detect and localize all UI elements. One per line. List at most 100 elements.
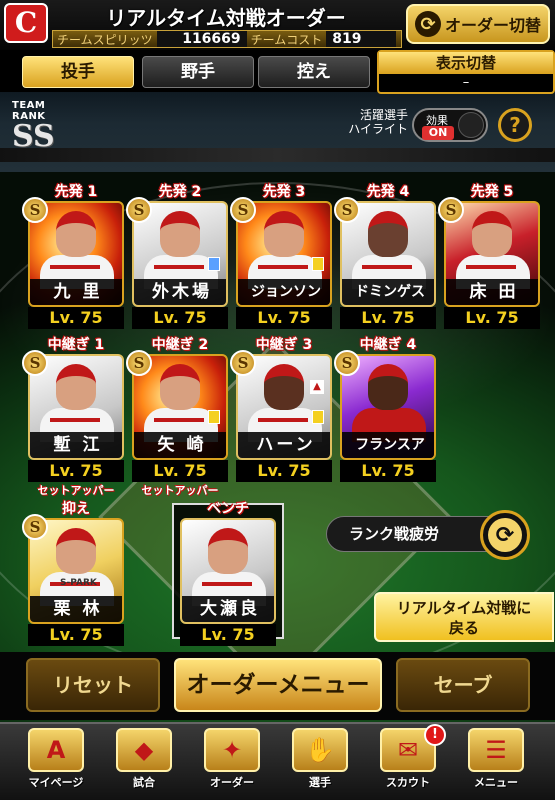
- player-name: 栗 林: [30, 596, 122, 622]
- page-title: リアルタイム対戦オーダー: [106, 6, 346, 30]
- tab-reserve[interactable]: 控え: [258, 56, 370, 88]
- player-level: Lv. 75: [28, 460, 124, 482]
- back-to-realtime-button[interactable]: リアルタイム対戦に 戻る: [374, 592, 554, 642]
- player-name: 外木場: [134, 279, 226, 305]
- tab-pitcher[interactable]: 投手: [22, 56, 134, 88]
- slot-label: 中継ぎ 4: [359, 337, 417, 353]
- nav-mypage[interactable]: A マイページ: [12, 728, 100, 798]
- highlight-label: 活躍選手 ハイライト: [348, 108, 408, 136]
- player-level: Lv. 75: [28, 624, 124, 646]
- condition-icon: [312, 410, 324, 424]
- order-switch-button[interactable]: ⟳ オーダー切替: [406, 4, 550, 44]
- team-spirit-label: チームスピリッツ: [57, 32, 153, 47]
- player-icon: ✋: [292, 728, 348, 772]
- slot-label: 先発 4: [366, 184, 410, 200]
- player-name: 床 田: [446, 279, 538, 305]
- slot-label: 中継ぎ 1: [47, 337, 105, 353]
- reliever-slot-2[interactable]: 中継ぎ 2 S 矢 崎 Lv. 75 セットアッパー: [126, 337, 228, 498]
- starter-slot-3[interactable]: 先発 3 S ジョンソン Lv. 75: [230, 184, 332, 329]
- player-role: セットアッパー: [37, 484, 115, 497]
- player-level: Lv. 75: [444, 307, 540, 329]
- player-name: ジョンソン: [238, 279, 330, 305]
- highlight-toggle[interactable]: 効果 ON: [412, 108, 488, 142]
- menu-icon: ☰: [468, 728, 524, 772]
- player-level: Lv. 75: [236, 307, 332, 329]
- rarity-badge: S: [230, 350, 256, 376]
- condition-icon: [312, 257, 324, 271]
- reliever-slot-4[interactable]: 中継ぎ 4 S フランスア Lv. 75: [334, 337, 436, 482]
- sponsor-logo: S-PARK: [60, 578, 97, 588]
- header: C リアルタイム対戦オーダー チームスピリッツ 116669 チームコスト 81…: [0, 0, 555, 50]
- player-portrait: [56, 528, 96, 574]
- toggle-state: ON: [422, 126, 454, 140]
- nav-scout[interactable]: ✉ ! スカウト: [364, 724, 452, 798]
- condition-icon: [208, 410, 220, 424]
- order-switch-label: オーダー切替: [444, 16, 541, 35]
- player-portrait: [160, 211, 200, 257]
- player-name: フランスア: [342, 432, 434, 458]
- slot-label: ベンチ: [207, 501, 249, 517]
- mypage-icon: A: [28, 728, 84, 772]
- player-portrait: [264, 211, 304, 257]
- team-rank-value: SS: [12, 119, 55, 154]
- player-portrait: [56, 211, 96, 257]
- rarity-badge: S: [126, 197, 152, 223]
- player-name: 矢 崎: [134, 432, 226, 458]
- nav-match[interactable]: ◆ 試合: [100, 728, 188, 798]
- starter-slot-1[interactable]: 先発 1 S 九 里 Lv. 75: [22, 184, 124, 329]
- display-toggle-label: 表示切替: [379, 52, 553, 74]
- arrow-up-icon: ▲: [310, 380, 324, 394]
- rank-fatigue-button[interactable]: ⟳: [480, 510, 530, 560]
- starter-slot-5[interactable]: 先発 5 S 床 田 Lv. 75: [438, 184, 540, 329]
- team-cost-label: チームコスト: [250, 32, 323, 47]
- reliever-slot-1[interactable]: 中継ぎ 1 S 塹 江 Lv. 75 セットアッパー: [22, 337, 124, 498]
- reliever-slot-3[interactable]: 中継ぎ 3 S ▲ ハーン Lv. 75: [230, 337, 332, 482]
- rarity-badge: S: [22, 350, 48, 376]
- cycle-icon: ⟳: [414, 11, 441, 37]
- rarity-badge: S: [126, 350, 152, 376]
- starter-slot-4[interactable]: 先発 4 S ドミンゲス Lv. 75: [334, 184, 436, 329]
- nav-menu[interactable]: ☰ メニュー: [452, 728, 540, 798]
- player-card[interactable]: 大瀬良: [180, 518, 276, 624]
- order-menu-button[interactable]: オーダーメニュー: [174, 658, 382, 712]
- nav-order[interactable]: ✦ オーダー: [188, 728, 276, 798]
- player-portrait: [208, 528, 248, 574]
- player-portrait: [472, 211, 512, 257]
- team-logo: C: [4, 3, 48, 43]
- bench-slot[interactable]: ベンチ 大瀬良 Lv. 75: [180, 501, 276, 646]
- help-button[interactable]: ?: [498, 108, 532, 142]
- slot-label: 先発 3: [262, 184, 306, 200]
- rarity-badge: S: [438, 197, 464, 223]
- starter-slot-2[interactable]: 先発 2 S 外木場 Lv. 75: [126, 184, 228, 329]
- reset-button[interactable]: リセット: [26, 658, 160, 712]
- condition-icon: [208, 257, 220, 271]
- rarity-badge: S: [230, 197, 256, 223]
- team-rank: TEAM RANK SS: [12, 100, 82, 152]
- nav-players[interactable]: ✋ 選手: [276, 728, 364, 798]
- baseball-diamond-icon: ◆: [116, 728, 172, 772]
- player-portrait: [56, 364, 96, 410]
- player-level: Lv. 75: [340, 460, 436, 482]
- display-toggle-value: –: [462, 75, 470, 90]
- rarity-badge: S: [22, 514, 48, 540]
- tab-fielder[interactable]: 野手: [142, 56, 254, 88]
- slot-label: 抑え: [62, 501, 90, 517]
- action-bar: リセット オーダーメニュー セーブ: [0, 652, 555, 720]
- player-level: Lv. 75: [236, 460, 332, 482]
- player-role: セットアッパー: [141, 484, 219, 497]
- player-name: 塹 江: [30, 432, 122, 458]
- player-portrait: [264, 364, 304, 410]
- nav-label: メニュー: [474, 776, 518, 789]
- player-level: Lv. 75: [340, 307, 436, 329]
- footer-nav: A マイページ ◆ 試合 ✦ オーダー ✋ 選手 ✉ ! スカウト ☰ メニュー: [0, 722, 555, 800]
- closer-slot[interactable]: 抑え S S-PARK 栗 林 Lv. 75: [22, 501, 124, 646]
- player-name: 大瀬良: [182, 596, 274, 622]
- nav-label: 選手: [309, 776, 331, 789]
- save-button[interactable]: セーブ: [396, 658, 530, 712]
- nav-label: 試合: [133, 776, 155, 789]
- team-spirit-value: 116669: [156, 31, 247, 47]
- display-toggle[interactable]: 表示切替 –: [377, 50, 555, 94]
- player-portrait: [368, 364, 408, 410]
- rarity-badge: S: [334, 350, 360, 376]
- team-cost-value: 819: [326, 31, 397, 47]
